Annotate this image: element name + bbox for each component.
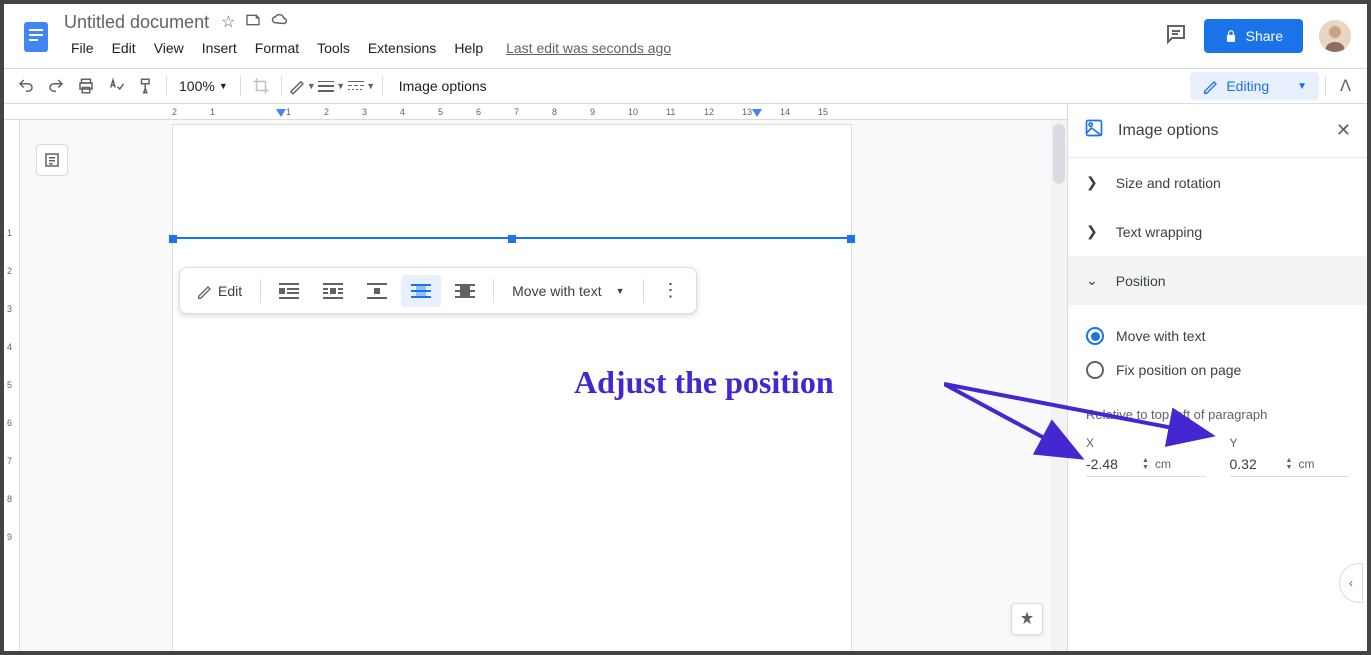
pencil-icon xyxy=(1202,78,1218,94)
image-icon xyxy=(1084,118,1104,143)
cloud-icon[interactable] xyxy=(271,12,289,33)
outline-toggle-button[interactable] xyxy=(36,144,68,176)
menu-extensions[interactable]: Extensions xyxy=(361,36,443,60)
resize-handle-right[interactable] xyxy=(847,235,855,243)
y-stepper[interactable]: ▲▼ xyxy=(1286,457,1293,471)
share-button[interactable]: Share xyxy=(1204,19,1303,53)
horizontal-ruler[interactable]: 21123456789101112131415 xyxy=(4,104,1067,120)
toolbar: 100%▼ ▼ ▼ ▼ Image options Editing ▼ ᐱ xyxy=(4,68,1367,104)
move-icon[interactable] xyxy=(245,12,261,33)
chevron-down-icon: ⌄ xyxy=(1086,272,1098,289)
image-options-panel: Image options ✕ ❯ Size and rotation ❯ Te… xyxy=(1067,104,1367,651)
comments-icon[interactable] xyxy=(1164,22,1188,51)
resize-handle-middle[interactable] xyxy=(508,235,516,243)
close-panel-button[interactable]: ✕ xyxy=(1336,120,1351,141)
panel-title: Image options xyxy=(1118,122,1322,140)
menu-bar: File Edit View Insert Format Tools Exten… xyxy=(64,34,1164,62)
x-position-input[interactable] xyxy=(1086,456,1136,472)
document-title[interactable]: Untitled document xyxy=(64,12,209,33)
relative-to-label: Relative to top left of paragraph xyxy=(1086,407,1349,422)
radio-icon xyxy=(1086,327,1104,345)
border-color-button[interactable]: ▼ xyxy=(288,72,316,100)
wrap-inline-button[interactable] xyxy=(269,275,309,307)
scroll-thumb[interactable] xyxy=(1053,124,1065,184)
menu-file[interactable]: File xyxy=(64,36,101,60)
spellcheck-button[interactable] xyxy=(102,72,130,100)
app-header: Untitled document ☆ File Edit View Inser… xyxy=(4,4,1367,68)
document-area: 21123456789101112131415 123456789 Edit xyxy=(4,104,1067,651)
behind-text-button[interactable] xyxy=(401,275,441,307)
vertical-ruler[interactable]: 123456789 xyxy=(4,120,20,651)
zoom-select[interactable]: 100%▼ xyxy=(173,78,234,94)
collapse-toolbar-button[interactable]: ᐱ xyxy=(1332,76,1359,96)
selected-image-frame[interactable] xyxy=(172,237,852,239)
y-unit: cm xyxy=(1298,457,1314,471)
x-label: X xyxy=(1086,436,1206,450)
in-front-text-button[interactable] xyxy=(445,275,485,307)
explore-button[interactable] xyxy=(1011,603,1043,635)
section-text-wrapping[interactable]: ❯ Text wrapping xyxy=(1068,207,1367,256)
last-edit-link[interactable]: Last edit was seconds ago xyxy=(506,40,671,56)
docs-logo[interactable] xyxy=(16,16,56,56)
break-text-button[interactable] xyxy=(357,275,397,307)
menu-tools[interactable]: Tools xyxy=(310,36,357,60)
star-icon[interactable]: ☆ xyxy=(221,12,235,33)
wrap-text-button[interactable] xyxy=(313,275,353,307)
radio-move-with-text[interactable]: Move with text xyxy=(1086,319,1349,353)
vertical-scrollbar[interactable] xyxy=(1051,120,1067,651)
x-unit: cm xyxy=(1155,457,1171,471)
menu-help[interactable]: Help xyxy=(447,36,490,60)
paint-format-button[interactable] xyxy=(132,72,160,100)
section-position[interactable]: ⌄ Position xyxy=(1068,256,1367,305)
border-dash-button[interactable]: ▼ xyxy=(348,72,376,100)
image-floating-toolbar: Edit Move with text ▼ ⋮ xyxy=(179,267,697,314)
menu-insert[interactable]: Insert xyxy=(195,36,244,60)
lock-icon xyxy=(1224,29,1238,43)
more-options-button[interactable]: ⋮ xyxy=(652,274,690,307)
menu-view[interactable]: View xyxy=(147,36,191,60)
chevron-right-icon: ❯ xyxy=(1086,223,1098,240)
radio-icon xyxy=(1086,361,1104,379)
menu-format[interactable]: Format xyxy=(248,36,306,60)
undo-button[interactable] xyxy=(12,72,40,100)
image-options-button[interactable]: Image options xyxy=(389,78,497,94)
document-page[interactable]: Edit Move with text ▼ ⋮ xyxy=(172,124,852,651)
indent-marker-left[interactable] xyxy=(276,109,286,119)
chevron-right-icon: ❯ xyxy=(1086,174,1098,191)
menu-edit[interactable]: Edit xyxy=(105,36,143,60)
crop-button[interactable] xyxy=(247,72,275,100)
resize-handle-left[interactable] xyxy=(169,235,177,243)
print-button[interactable] xyxy=(72,72,100,100)
y-position-input[interactable] xyxy=(1230,456,1280,472)
editing-mode-select[interactable]: Editing ▼ xyxy=(1190,72,1319,100)
edit-image-button[interactable]: Edit xyxy=(186,277,252,305)
indent-marker-right[interactable] xyxy=(752,109,762,119)
radio-fix-position[interactable]: Fix position on page xyxy=(1086,353,1349,387)
pencil-icon xyxy=(196,283,212,299)
y-label: Y xyxy=(1230,436,1350,450)
position-mode-select[interactable]: Move with text ▼ xyxy=(502,277,634,305)
redo-button[interactable] xyxy=(42,72,70,100)
section-size-rotation[interactable]: ❯ Size and rotation xyxy=(1068,158,1367,207)
x-stepper[interactable]: ▲▼ xyxy=(1142,457,1149,471)
border-weight-button[interactable]: ▼ xyxy=(318,72,346,100)
user-avatar[interactable] xyxy=(1319,20,1351,52)
